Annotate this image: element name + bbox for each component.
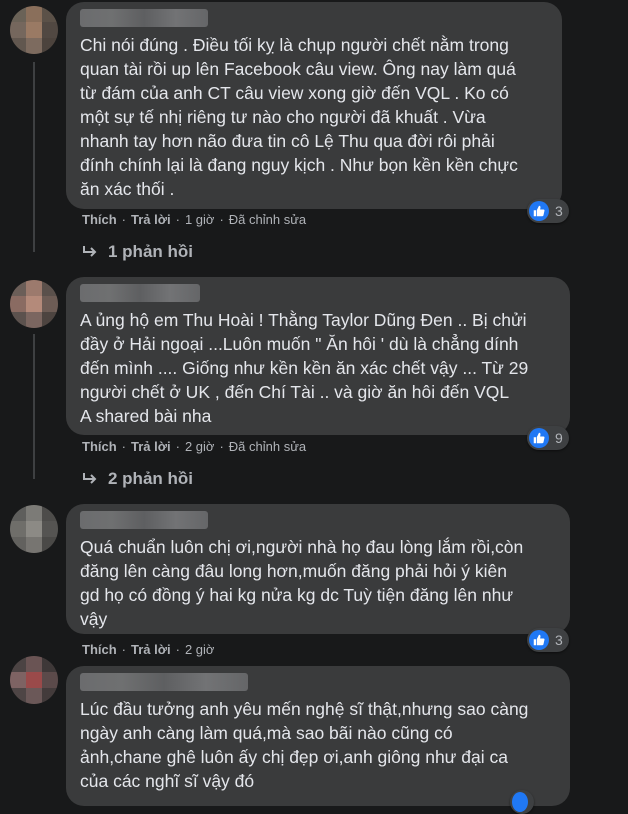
avatar-pixel	[26, 312, 42, 328]
avatar-pixel	[42, 6, 58, 22]
comment-text: Chi nói đúng . Điều tối kỵ là chụp người…	[80, 35, 518, 199]
author-name-redacted[interactable]	[80, 511, 208, 529]
reply-button[interactable]: Trả lời	[131, 439, 171, 454]
separator: ·	[219, 212, 224, 227]
thread-line	[33, 62, 35, 252]
reaction-summary[interactable]: 9	[527, 426, 569, 450]
avatar-pixel	[26, 672, 42, 688]
avatar-pixel	[10, 38, 26, 54]
reaction-count: 9	[555, 430, 563, 446]
comment-actions: Thích · Trả lời · 2 giờ	[82, 642, 214, 657]
thread-line	[33, 334, 35, 479]
thumbs-up-icon	[512, 792, 528, 812]
reaction-count: 3	[555, 632, 563, 648]
thumbs-up-icon	[529, 201, 549, 221]
comment-text: A ủng hộ em Thu Hoài ! Thằng Taylor Dũng…	[80, 310, 529, 426]
separator: ·	[175, 642, 180, 657]
separator: ·	[121, 642, 127, 657]
avatar-pixel	[42, 505, 58, 521]
avatar-pixel	[10, 6, 26, 22]
comment-bubble: Quá chuẩn luôn chị ơi,người nhà họ đau l…	[66, 504, 570, 634]
replies-count-label: 2 phản hồi	[108, 469, 193, 488]
avatar-pixel	[26, 280, 42, 296]
comment-text: Lúc đầu tưởng anh yêu mến nghệ sĩ thật,n…	[80, 699, 529, 791]
separator: ·	[121, 439, 127, 454]
avatar[interactable]	[10, 656, 58, 704]
author-name-redacted[interactable]	[80, 673, 248, 691]
view-replies-link[interactable]: 1 phản hồi	[82, 242, 193, 262]
avatar-pixel	[42, 22, 58, 38]
timestamp[interactable]: 2 giờ	[185, 439, 215, 454]
avatar-pixel	[10, 521, 26, 537]
comment-actions: Thích · Trả lời · 1 giờ · Đã chỉnh sửa	[82, 212, 306, 227]
like-button[interactable]: Thích	[82, 439, 117, 454]
avatar-pixel	[26, 22, 42, 38]
reaction-summary[interactable]: 3	[527, 628, 569, 652]
avatar-pixel	[42, 656, 58, 672]
avatar-pixel	[10, 22, 26, 38]
avatar[interactable]	[10, 6, 58, 54]
avatar-pixel	[26, 656, 42, 672]
separator: ·	[219, 439, 224, 454]
timestamp[interactable]: 1 giờ	[185, 212, 215, 227]
edited-label: Đã chỉnh sửa	[228, 212, 307, 227]
timestamp[interactable]: 2 giờ	[185, 642, 215, 657]
author-name-redacted[interactable]	[80, 284, 200, 302]
avatar-pixel	[26, 296, 42, 312]
avatar-pixel	[42, 521, 58, 537]
reply-button[interactable]: Trả lời	[131, 642, 171, 657]
reaction-summary[interactable]: 3	[527, 199, 569, 223]
thumbs-up-icon	[529, 630, 549, 650]
author-name-redacted[interactable]	[80, 9, 208, 27]
avatar-pixel	[26, 505, 42, 521]
avatar-pixel	[10, 505, 26, 521]
avatar-pixel	[42, 688, 58, 704]
reaction-count: 3	[555, 203, 563, 219]
avatar-pixel	[42, 312, 58, 328]
thumbs-up-icon	[529, 428, 549, 448]
avatar-pixel	[26, 6, 42, 22]
like-button[interactable]: Thích	[82, 212, 117, 227]
comment-bubble: Chi nói đúng . Điều tối kỵ là chụp người…	[66, 2, 562, 209]
avatar-pixel	[42, 672, 58, 688]
avatar-pixel	[26, 521, 42, 537]
avatar-pixel	[26, 537, 42, 553]
like-button[interactable]: Thích	[82, 642, 117, 657]
avatar-pixel	[26, 38, 42, 54]
comment-bubble: Lúc đầu tưởng anh yêu mến nghệ sĩ thật,n…	[66, 666, 570, 806]
avatar[interactable]	[10, 280, 58, 328]
reply-button[interactable]: Trả lời	[131, 212, 171, 227]
avatar[interactable]	[10, 505, 58, 553]
avatar-pixel	[10, 312, 26, 328]
separator: ·	[175, 439, 180, 454]
reaction-summary[interactable]	[510, 790, 534, 814]
avatar-pixel	[10, 688, 26, 704]
avatar-pixel	[10, 296, 26, 312]
comment-bubble: A ủng hộ em Thu Hoài ! Thằng Taylor Dũng…	[66, 277, 570, 435]
avatar-pixel	[10, 280, 26, 296]
avatar-pixel	[26, 688, 42, 704]
reply-arrow-icon	[83, 246, 97, 257]
avatar-pixel	[10, 656, 26, 672]
reply-arrow-icon	[83, 473, 97, 484]
separator: ·	[175, 212, 180, 227]
edited-label: Đã chỉnh sửa	[228, 439, 307, 454]
avatar-pixel	[10, 537, 26, 553]
avatar-pixel	[42, 38, 58, 54]
replies-count-label: 1 phản hồi	[108, 242, 193, 261]
comment-actions: Thích · Trả lời · 2 giờ · Đã chỉnh sửa	[82, 439, 306, 454]
avatar-pixel	[42, 537, 58, 553]
avatar-pixel	[10, 672, 26, 688]
comment-text: Quá chuẩn luôn chị ơi,người nhà họ đau l…	[80, 537, 524, 629]
view-replies-link[interactable]: 2 phản hồi	[82, 469, 193, 489]
avatar-pixel	[42, 280, 58, 296]
avatar-pixel	[42, 296, 58, 312]
separator: ·	[121, 212, 127, 227]
